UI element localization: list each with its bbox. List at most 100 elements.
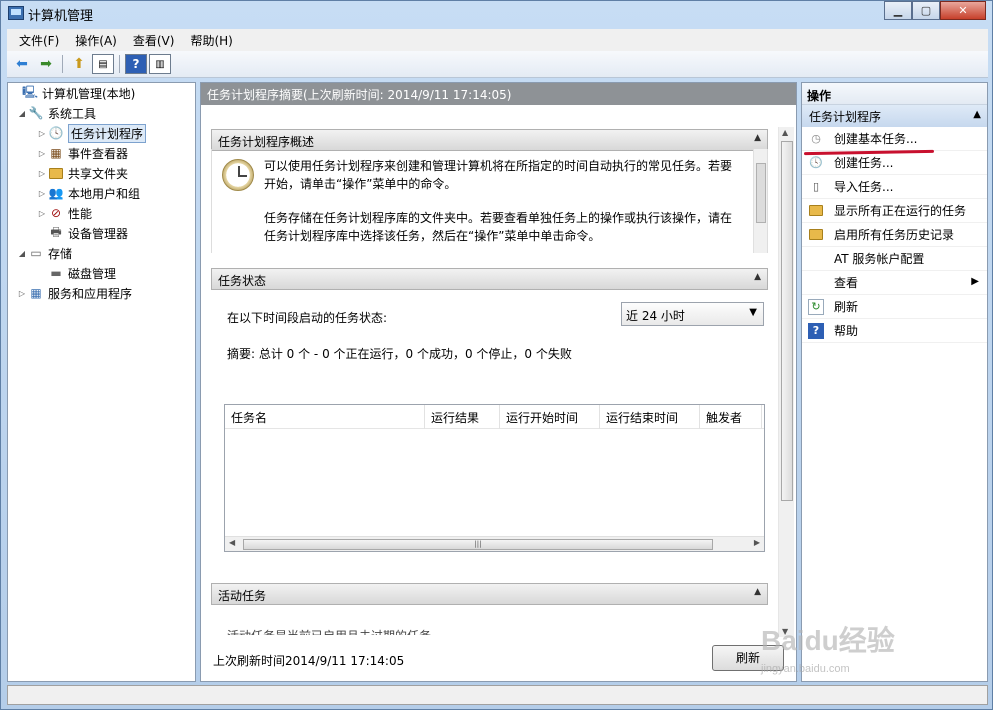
action-label: 显示所有正在运行的任务: [834, 204, 967, 218]
menu-help[interactable]: 帮助(H): [182, 30, 240, 51]
scroll-thumb[interactable]: [781, 141, 793, 501]
tree-item-computer-management[interactable]: 🖳 计算机管理(本地): [10, 83, 135, 103]
action-label: 刷新: [834, 300, 859, 314]
show-action-pane-icon[interactable]: ▥: [149, 54, 171, 74]
tree-twisty[interactable]: ▷: [36, 149, 48, 158]
column-header-triggered-by[interactable]: 触发者: [700, 405, 762, 429]
action-enable-history[interactable]: 启用所有任务历史记录: [802, 223, 987, 247]
action-label: 创建基本任务...: [834, 132, 918, 146]
summary-vertical-scrollbar[interactable]: ▲ ▼: [778, 127, 794, 637]
action-create-basic-task[interactable]: ◷ 创建基本任务...: [802, 127, 987, 151]
refresh-icon: ↻: [808, 298, 824, 315]
tree-item-system-tools[interactable]: ◢ 🔧 系统工具: [16, 103, 96, 123]
tree-label: 存储: [48, 246, 73, 261]
column-header-run-end[interactable]: 运行结束时间: [600, 405, 700, 429]
actions-group-task-scheduler[interactable]: 任务计划程序 ▲: [802, 105, 987, 127]
column-header-run-start[interactable]: 运行开始时间: [500, 405, 600, 429]
tree-twisty[interactable]: ▷: [36, 169, 48, 178]
back-arrow-icon[interactable]: ⬅: [11, 54, 33, 74]
action-at-service-config[interactable]: AT 服务帐户配置: [802, 247, 987, 271]
maximize-button[interactable]: ▢: [912, 1, 940, 20]
collapse-icon[interactable]: ▲: [973, 109, 981, 120]
tree-item-device-manager[interactable]: 🖶 设备管理器: [36, 223, 128, 243]
tree-twisty[interactable]: ▷: [36, 189, 48, 198]
blank-icon: [808, 251, 824, 267]
tree-label: 本地用户和组: [68, 186, 141, 201]
tree-item-event-viewer[interactable]: ▷ ▦ 事件查看器: [36, 143, 128, 163]
watermark-logo: Baidu经验: [761, 625, 895, 656]
action-label: 启用所有任务历史记录: [834, 228, 955, 242]
collapse-icon[interactable]: ▲: [754, 587, 761, 597]
group-label: 任务计划程序: [809, 110, 882, 124]
device-manager-icon: 🖶: [50, 224, 62, 239]
tree-item-shared-folders[interactable]: ▷ 共享文件夹: [36, 163, 128, 183]
help-icon[interactable]: ?: [125, 54, 147, 74]
tree-item-local-users-groups[interactable]: ▷ 👥 本地用户和组: [36, 183, 140, 203]
tree-twisty[interactable]: ▷: [16, 289, 28, 298]
overview-scrollbar[interactable]: [753, 149, 767, 253]
overview-content: 可以使用任务计划程序来创建和管理计算机将在所指定的时间自动执行的常见任务。若要 …: [211, 149, 768, 253]
action-refresh[interactable]: ↻ 刷新: [802, 295, 987, 319]
summary-pane: 任务计划程序摘要(上次刷新时间: 2014/9/11 17:14:05) 任务计…: [200, 82, 797, 682]
task-status-table: 任务名 运行结果 运行开始时间 运行结束时间 触发者 ◀ ||| ▶: [224, 404, 765, 552]
action-help[interactable]: ? 帮助: [802, 319, 987, 343]
tree-item-services-applications[interactable]: ▷ ▦ 服务和应用程序: [16, 283, 132, 303]
action-label: 查看: [834, 276, 859, 290]
section-title: 活动任务: [218, 589, 267, 603]
scroll-thumb[interactable]: [756, 163, 766, 223]
tree-item-disk-management[interactable]: ▬ 磁盘管理: [36, 263, 116, 283]
status-section-header[interactable]: 任务状态 ▲: [211, 268, 768, 290]
computer-management-icon: 🖳: [22, 84, 39, 99]
overview-paragraph-1: 可以使用任务计划程序来创建和管理计算机将在所指定的时间自动执行的常见任务。若要 …: [264, 157, 744, 193]
help-icon: ?: [808, 322, 824, 339]
tree-twisty[interactable]: ◢: [16, 109, 28, 118]
show-hide-tree-icon[interactable]: ▤: [92, 54, 114, 74]
action-label: 帮助: [834, 324, 859, 338]
last-refresh-text: 上次刷新时间2014/9/11 17:14:05: [213, 654, 405, 668]
column-header-task-name[interactable]: 任务名: [225, 405, 425, 429]
table-header: 任务名 运行结果 运行开始时间 运行结束时间 触发者: [225, 405, 764, 429]
tree-twisty[interactable]: ◢: [16, 249, 28, 258]
up-folder-icon[interactable]: ⬆: [68, 54, 90, 74]
tree-twisty[interactable]: ▷: [36, 209, 48, 218]
action-import-task[interactable]: ▯ 导入任务...: [802, 175, 987, 199]
summary-footer: 上次刷新时间2014/9/11 17:14:05 刷新: [201, 639, 796, 681]
blank-icon: [808, 275, 824, 291]
window-title: 计算机管理: [28, 9, 94, 24]
menu-action[interactable]: 操作(A): [67, 30, 125, 51]
tree-twisty[interactable]: ▷: [36, 129, 48, 138]
menu-view[interactable]: 查看(V): [125, 30, 183, 51]
tree-item-storage[interactable]: ◢ ▭ 存储: [16, 243, 72, 263]
baidu-watermark: Baidu经验 jingyan.baidu.com: [761, 601, 991, 691]
close-button[interactable]: ✕: [940, 1, 986, 20]
minimize-button[interactable]: ▁: [884, 1, 912, 20]
summary-header: 任务计划程序摘要(上次刷新时间: 2014/9/11 17:14:05): [201, 83, 796, 105]
submenu-arrow-icon: ▶: [971, 276, 979, 287]
collapse-icon[interactable]: ▲: [754, 133, 761, 143]
tree-label: 服务和应用程序: [48, 286, 133, 301]
section-title: 任务状态: [218, 274, 267, 288]
table-horizontal-scrollbar[interactable]: ◀ ||| ▶: [225, 536, 764, 551]
create-task-icon: 🕓: [809, 156, 823, 169]
period-select[interactable]: 近 24 小时 ▼: [621, 302, 764, 326]
tree-label: 系统工具: [48, 106, 97, 121]
storage-icon: ▭: [30, 246, 42, 260]
active-tasks-section-header[interactable]: 活动任务 ▲: [211, 583, 768, 605]
tree-item-task-scheduler[interactable]: ▷ 🕓 任务计划程序: [36, 123, 147, 143]
scroll-right-icon[interactable]: ▶: [754, 538, 760, 547]
tree-item-performance[interactable]: ▷ ⊘ 性能: [36, 203, 92, 223]
toolbar-separator: [62, 55, 63, 73]
scroll-thumb[interactable]: |||: [243, 539, 713, 550]
overview-section-header[interactable]: 任务计划程序概述 ▲: [211, 129, 768, 151]
column-header-run-result[interactable]: 运行结果: [425, 405, 500, 429]
disk-icon: ▬: [50, 266, 62, 280]
folder-icon: [808, 203, 824, 219]
collapse-icon[interactable]: ▲: [754, 272, 761, 282]
scroll-up-icon[interactable]: ▲: [782, 128, 788, 137]
action-view[interactable]: 查看 ▶: [802, 271, 987, 295]
scroll-left-icon[interactable]: ◀: [229, 538, 235, 547]
menu-file[interactable]: 文件(F): [11, 30, 67, 51]
tree-label: 磁盘管理: [68, 266, 117, 281]
action-show-running-tasks[interactable]: 显示所有正在运行的任务: [802, 199, 987, 223]
forward-arrow-icon[interactable]: ➡: [35, 54, 57, 74]
